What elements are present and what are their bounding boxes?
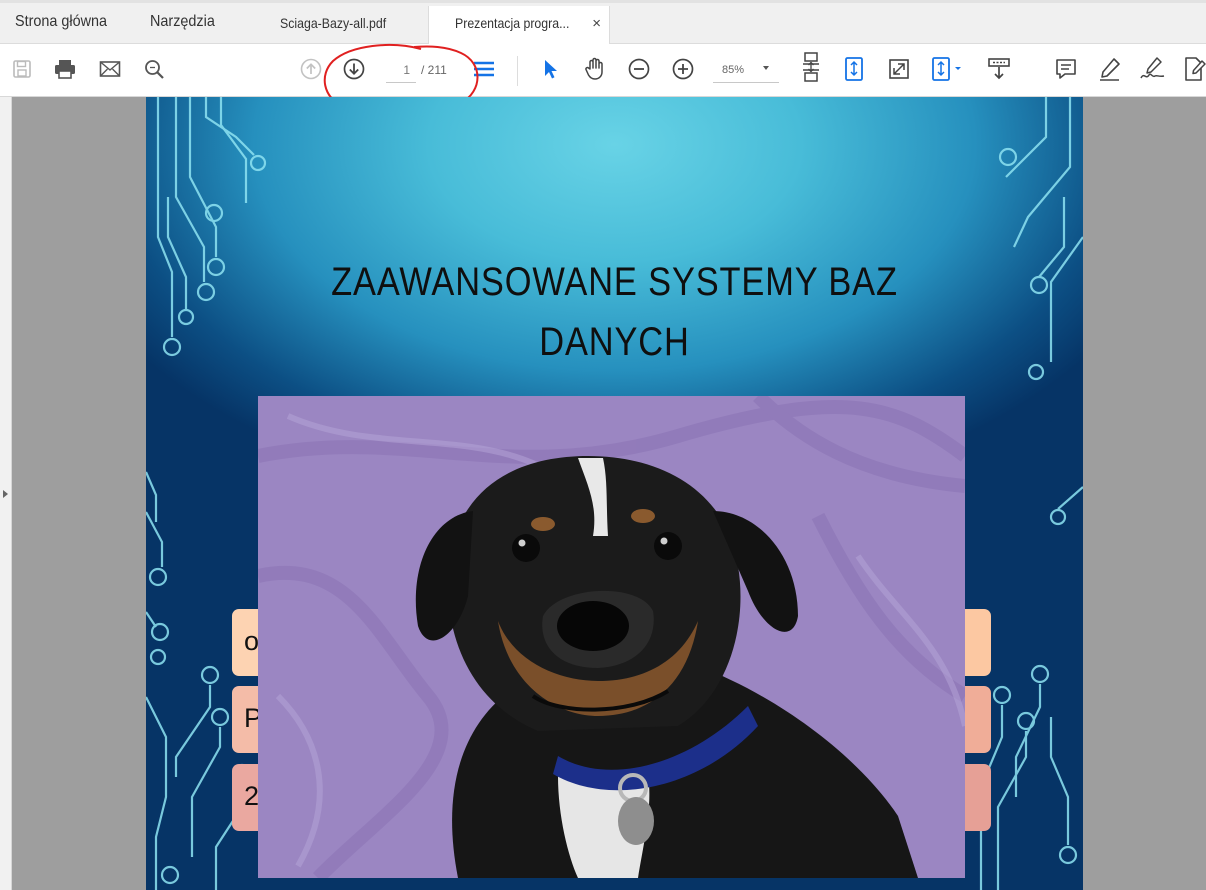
pdf-page: ZAAWANSOWANE SYSTEMY BAZ DANYCH o P 2 (146, 97, 1083, 890)
close-tab-button[interactable]: × (592, 15, 601, 32)
toolbar-separator (517, 56, 518, 86)
window-top-border (0, 0, 1206, 3)
highlight-button[interactable] (1096, 55, 1124, 83)
select-tool-button[interactable] (536, 55, 564, 83)
read-mode-icon (988, 58, 1010, 80)
next-page-button[interactable] (340, 55, 368, 83)
fit-page-button[interactable] (797, 52, 825, 82)
page-down-icon (343, 58, 365, 80)
page-layout-icon (474, 61, 494, 77)
fullscreen-button[interactable] (885, 55, 913, 83)
fit-page-icon (803, 52, 819, 82)
left-panel-toggle[interactable] (0, 97, 12, 890)
document-tab-label: Sciaga-Bazy-all.pdf (280, 15, 387, 31)
zoom-in-button[interactable] (669, 55, 697, 83)
slide-title-line-1: ZAAWANSOWANE SYSTEMY BAZ (331, 260, 898, 304)
print-icon (55, 60, 75, 79)
save-icon (13, 60, 31, 78)
document-viewer[interactable]: ZAAWANSOWANE SYSTEMY BAZ DANYCH o P 2 (0, 97, 1206, 890)
save-button[interactable] (8, 55, 36, 83)
document-tab-prezentacja[interactable]: Prezentacja progra... × (428, 6, 610, 45)
sign-icon (1140, 57, 1165, 79)
email-button[interactable] (96, 55, 124, 83)
chevron-down-icon (763, 66, 769, 70)
tab-tools[interactable]: Narzędzia (150, 13, 215, 31)
fill-sign-button[interactable] (1180, 55, 1206, 83)
toolbar: / 211 85% (0, 44, 1206, 97)
zoom-select[interactable]: 85% (713, 57, 779, 83)
document-tab-sciaga[interactable]: Sciaga-Bazy-all.pdf (260, 6, 425, 44)
previous-page-button[interactable] (297, 55, 325, 83)
document-tab-label: Prezentacja progra... (455, 15, 570, 31)
page-up-icon (300, 58, 322, 80)
page-count: / 211 (421, 63, 447, 77)
zoom-value: 85% (722, 64, 745, 76)
select-cursor-icon (545, 60, 557, 79)
comment-icon (1056, 59, 1076, 79)
hand-tool-button[interactable] (581, 55, 609, 83)
page-layout-button[interactable] (470, 55, 498, 83)
slide-text-box-3-label: 2 (244, 781, 260, 811)
sign-button[interactable] (1139, 55, 1167, 83)
hand-tool-icon (585, 57, 603, 80)
scroll-mode-icon (845, 57, 863, 81)
zoom-out-button[interactable] (625, 55, 653, 83)
search-button[interactable] (140, 55, 168, 83)
search-icon (145, 60, 164, 79)
comment-button[interactable] (1052, 55, 1080, 83)
expand-panel-icon[interactable] (3, 490, 8, 498)
tab-bar: Strona główna Narzędzia Sciaga-Bazy-all.… (0, 0, 1206, 45)
slide-title-line-2: DANYCH (539, 320, 690, 364)
read-mode-button[interactable] (985, 55, 1013, 83)
tab-home[interactable]: Strona główna (15, 13, 107, 31)
dog-photo (258, 396, 965, 878)
fill-sign-icon (1185, 57, 1206, 81)
zoom-in-icon (672, 58, 694, 80)
slide-title: ZAAWANSOWANE SYSTEMY BAZ DANYCH (146, 252, 1083, 372)
highlight-icon (1100, 58, 1120, 81)
print-button[interactable] (51, 55, 79, 83)
email-icon (99, 61, 121, 77)
export-icon (932, 57, 961, 81)
slide-text-box-1-label: o (244, 626, 260, 656)
scroll-mode-button[interactable] (840, 55, 868, 83)
fullscreen-icon (889, 59, 909, 79)
export-button[interactable] (930, 55, 966, 83)
zoom-out-icon (628, 58, 650, 80)
page-number-input[interactable] (386, 57, 416, 83)
